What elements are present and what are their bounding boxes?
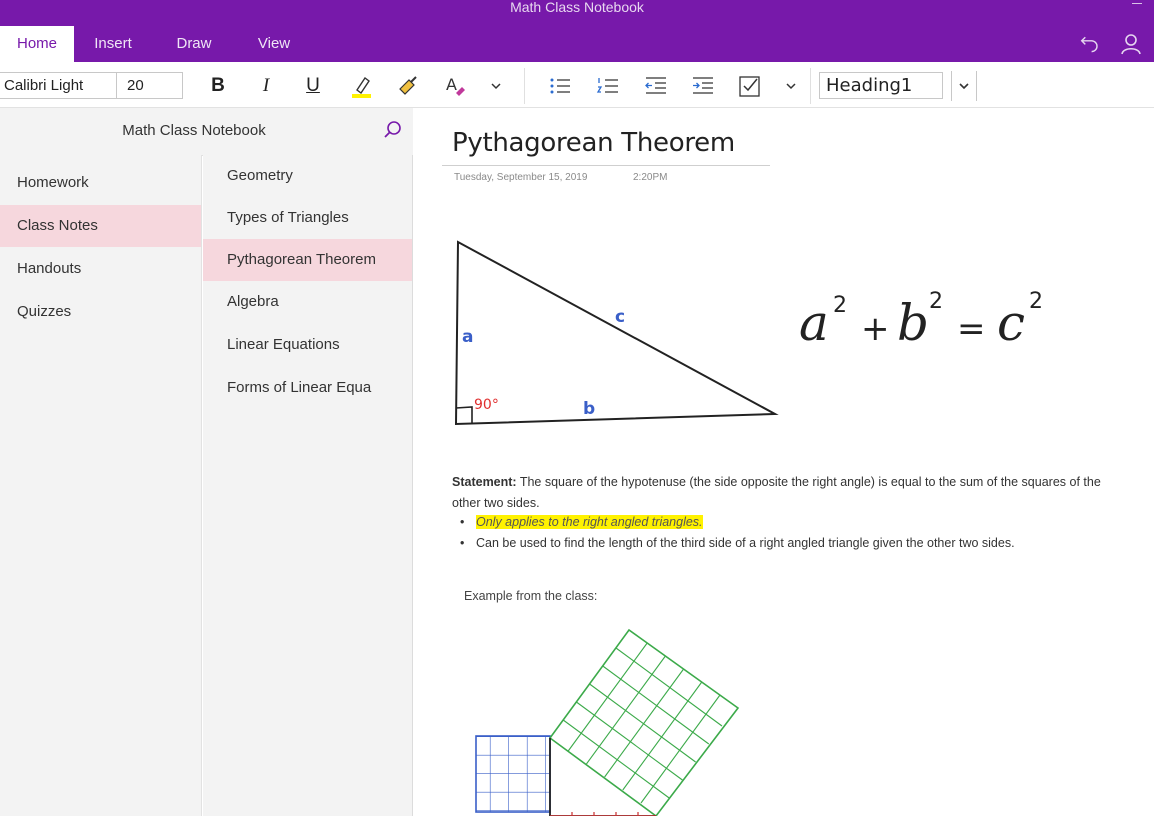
highlighter-button[interactable]: [346, 71, 376, 101]
list-item: Only applies to the right angled triangl…: [460, 512, 1120, 533]
triangle-drawing[interactable]: a b c 90°: [450, 236, 790, 426]
formatting-toolbar: Calibri Light 20 B I U A Heading1: [0, 62, 1154, 108]
bullet-list[interactable]: Only applies to the right angled triangl…: [460, 512, 1120, 554]
notebook-name[interactable]: Math Class Notebook: [0, 108, 388, 154]
side-a-label: a: [462, 327, 473, 347]
tab-insert[interactable]: Insert: [80, 26, 146, 62]
undo-icon[interactable]: [1077, 32, 1101, 56]
font-size-field[interactable]: 20: [116, 72, 183, 99]
todo-tag-button[interactable]: [735, 71, 765, 101]
page-linear-equations[interactable]: Linear Equations: [203, 324, 412, 366]
tab-draw[interactable]: Draw: [162, 26, 226, 62]
page-geometry[interactable]: Geometry: [203, 155, 412, 197]
chevron-down-icon: [786, 83, 796, 90]
formula-b: b: [897, 294, 929, 352]
formula-a: a: [799, 294, 829, 352]
format-painter-icon: [399, 76, 417, 95]
highlighted-text: Only applies to the right angled triangl…: [476, 515, 703, 529]
page-canvas[interactable]: Pythagorean Theorem Tuesday, September 1…: [414, 108, 1154, 816]
style-dropdown-button[interactable]: [951, 71, 977, 101]
numbered-list-button[interactable]: [593, 71, 623, 101]
format-painter-button[interactable]: [394, 71, 424, 101]
page-title[interactable]: Pythagorean Theorem: [452, 128, 735, 158]
sections-pane: Homework Class Notes Handouts Quizzes: [0, 155, 202, 816]
checkbox-tag-icon: [739, 76, 760, 97]
page-time: 2:20PM: [633, 172, 668, 183]
font-color-icon: A: [446, 75, 465, 96]
toolbar-divider: [524, 68, 525, 104]
right-angle-label: 90°: [474, 397, 499, 413]
numbered-list-icon: [596, 78, 618, 93]
section-homework[interactable]: Homework: [0, 162, 201, 204]
minimize-icon[interactable]: [1132, 3, 1142, 4]
list-item: Can be used to find the length of the th…: [460, 533, 1120, 554]
formula-equals: =: [957, 309, 986, 349]
italic-button[interactable]: I: [251, 71, 281, 101]
page-types-of-triangles[interactable]: Types of Triangles: [203, 197, 412, 239]
page-algebra[interactable]: Algebra: [203, 281, 412, 323]
side-c-label: c: [615, 307, 625, 327]
svg-text:A: A: [446, 75, 457, 94]
formula-exponent-b: 2: [929, 289, 943, 314]
increase-indent-button[interactable]: [688, 71, 718, 101]
section-handouts[interactable]: Handouts: [0, 248, 201, 290]
statement-label: Statement:: [452, 475, 517, 489]
highlighter-icon: [352, 76, 371, 98]
toolbar-divider: [810, 68, 811, 104]
decrease-indent-icon: [645, 77, 666, 94]
page-date: Tuesday, September 15, 2019: [454, 172, 588, 183]
more-tags-button[interactable]: [776, 71, 806, 101]
chevron-down-icon: [491, 83, 501, 90]
formula-drawing[interactable]: a 2 + b 2 = c 2: [797, 278, 1057, 358]
decrease-indent-button[interactable]: [641, 71, 671, 101]
pythagoras-grid-drawing[interactable]: [472, 626, 752, 816]
more-font-options-button[interactable]: [481, 71, 511, 101]
formula-plus: +: [861, 309, 890, 349]
tab-home[interactable]: Home: [0, 26, 74, 62]
side-b-label: b: [583, 399, 595, 419]
statement-paragraph[interactable]: Statement: The square of the hypotenuse …: [452, 472, 1112, 514]
window-title: Math Class Notebook: [510, 0, 644, 15]
search-icon[interactable]: [383, 120, 403, 140]
underline-button[interactable]: U: [298, 71, 328, 101]
style-field[interactable]: Heading1: [819, 72, 943, 99]
increase-indent-icon: [693, 77, 713, 94]
bold-button[interactable]: B: [203, 71, 233, 101]
page-pythagorean-theorem[interactable]: Pythagorean Theorem: [203, 239, 412, 281]
example-label[interactable]: Example from the class:: [464, 589, 597, 603]
font-name-field[interactable]: Calibri Light: [0, 72, 117, 99]
square-c: [548, 628, 740, 816]
tab-view[interactable]: View: [244, 26, 304, 62]
page-forms-of-linear-equations[interactable]: Forms of Linear Equa: [203, 367, 412, 409]
bullet-list-button[interactable]: [545, 71, 575, 101]
bullet-list-icon: [550, 78, 570, 94]
title-bar: Math Class Notebook Home Insert Draw Vie…: [0, 0, 1154, 62]
section-quizzes[interactable]: Quizzes: [0, 291, 201, 333]
formula-exponent-a: 2: [833, 293, 847, 318]
square-a: [475, 735, 551, 813]
notebook-header: Math Class Notebook: [0, 108, 413, 155]
font-color-button[interactable]: A: [441, 71, 471, 101]
statement-text: The square of the hypotenuse (the side o…: [452, 475, 1101, 510]
pages-pane: Geometry Types of Triangles Pythagorean …: [203, 155, 413, 816]
formula-exponent-c: 2: [1029, 289, 1043, 314]
formula-c: c: [997, 294, 1025, 352]
section-class-notes[interactable]: Class Notes: [0, 205, 201, 247]
chevron-down-icon: [959, 83, 969, 90]
account-icon[interactable]: [1119, 32, 1143, 56]
title-underline: [442, 165, 770, 166]
